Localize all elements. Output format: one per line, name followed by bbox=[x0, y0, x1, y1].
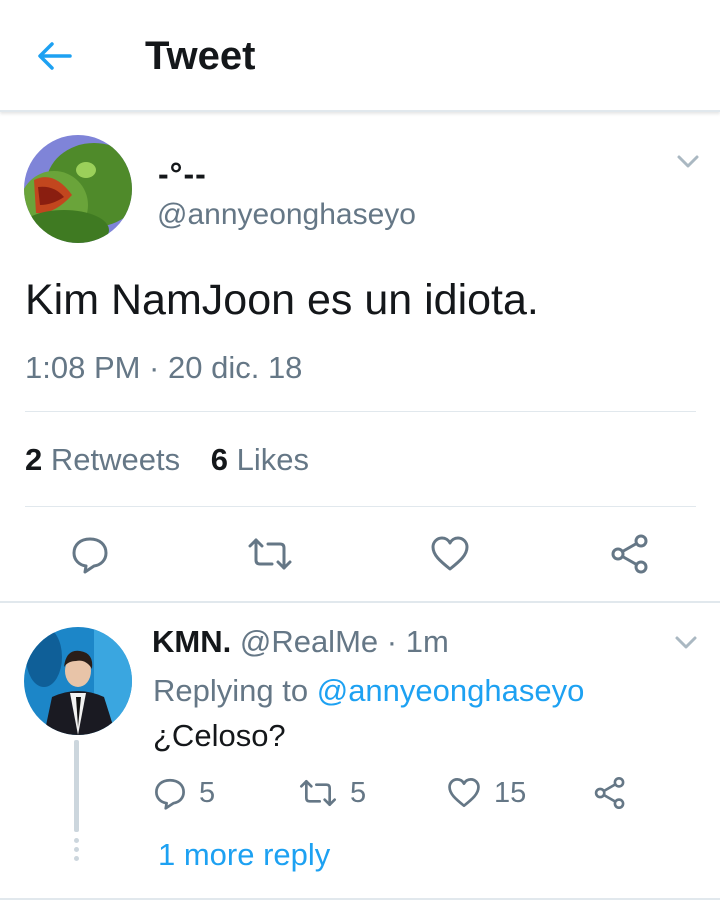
reply-time: 1m bbox=[405, 624, 449, 659]
section-divider bbox=[0, 601, 720, 603]
heart-icon bbox=[431, 536, 469, 571]
reply-avatar[interactable] bbox=[24, 627, 132, 735]
reply-display-name[interactable]: KMN. bbox=[152, 624, 231, 659]
retweet-count: 2 bbox=[25, 442, 43, 477]
section-divider bbox=[0, 898, 720, 900]
reply-avatar-image bbox=[24, 627, 132, 735]
divider bbox=[25, 411, 696, 412]
reply-reply-count: 5 bbox=[199, 776, 216, 809]
reply-handle[interactable]: @RealMe bbox=[240, 624, 378, 659]
arrow-left-icon bbox=[38, 42, 72, 70]
reply-share-button[interactable] bbox=[592, 775, 628, 811]
reply-text: ¿Celoso? bbox=[153, 718, 286, 753]
thread-dots bbox=[73, 838, 80, 865]
reply-retweet-count: 5 bbox=[350, 776, 367, 809]
retweets-stat[interactable]: 2 Retweets bbox=[25, 442, 180, 478]
more-replies-link[interactable]: 1 more reply bbox=[158, 837, 330, 873]
reply-retweet-button[interactable]: 5 bbox=[298, 775, 366, 811]
likes-stat[interactable]: 6 Likes bbox=[211, 442, 309, 478]
back-button[interactable] bbox=[32, 36, 80, 76]
reply-reply-button[interactable]: 5 bbox=[153, 775, 215, 811]
replying-handle-link[interactable]: @annyeonghaseyo bbox=[317, 673, 585, 708]
user-handle[interactable]: @annyeonghaseyo bbox=[157, 198, 416, 232]
page-title: Tweet bbox=[145, 34, 256, 78]
avatar[interactable] bbox=[24, 135, 132, 243]
retweet-icon bbox=[300, 780, 336, 807]
replying-prefix: Replying to bbox=[153, 673, 309, 708]
reply-icon bbox=[72, 537, 108, 574]
like-label: Likes bbox=[236, 442, 309, 477]
tweet-menu-button[interactable] bbox=[674, 152, 702, 172]
like-count: 6 bbox=[210, 442, 228, 477]
retweet-label: Retweets bbox=[50, 442, 181, 477]
reply-header: KMN. @RealMe · 1m bbox=[152, 624, 449, 660]
retweet-icon bbox=[248, 538, 292, 570]
replying-to: Replying to @annyeonghaseyo bbox=[153, 673, 584, 709]
app-header: Tweet bbox=[0, 0, 720, 112]
reply-button[interactable] bbox=[70, 534, 110, 579]
retweet-button[interactable] bbox=[246, 534, 294, 579]
like-button[interactable] bbox=[430, 534, 470, 579]
tweet-stats: 2 Retweets 6 Likes bbox=[25, 442, 309, 478]
divider bbox=[25, 506, 696, 507]
reply-like-count: 15 bbox=[494, 776, 527, 809]
chevron-down-icon bbox=[677, 155, 699, 168]
thread-line bbox=[74, 740, 79, 832]
display-name[interactable]: -°-- bbox=[158, 156, 207, 193]
share-icon bbox=[594, 776, 625, 810]
reply-menu-button[interactable] bbox=[672, 633, 700, 653]
share-icon bbox=[611, 534, 648, 574]
tweet-timestamp: 1:08 PM · 20 dic. 18 bbox=[25, 350, 303, 385]
tweet-text: Kim NamJoon es un idiota. bbox=[25, 276, 539, 324]
reply-icon bbox=[155, 778, 185, 810]
share-button[interactable] bbox=[608, 532, 652, 581]
avatar-image bbox=[24, 135, 132, 243]
reply-separator: · bbox=[386, 624, 398, 659]
heart-icon bbox=[448, 778, 480, 808]
reply-like-button[interactable]: 15 bbox=[446, 775, 526, 811]
chevron-down-icon bbox=[675, 636, 697, 649]
